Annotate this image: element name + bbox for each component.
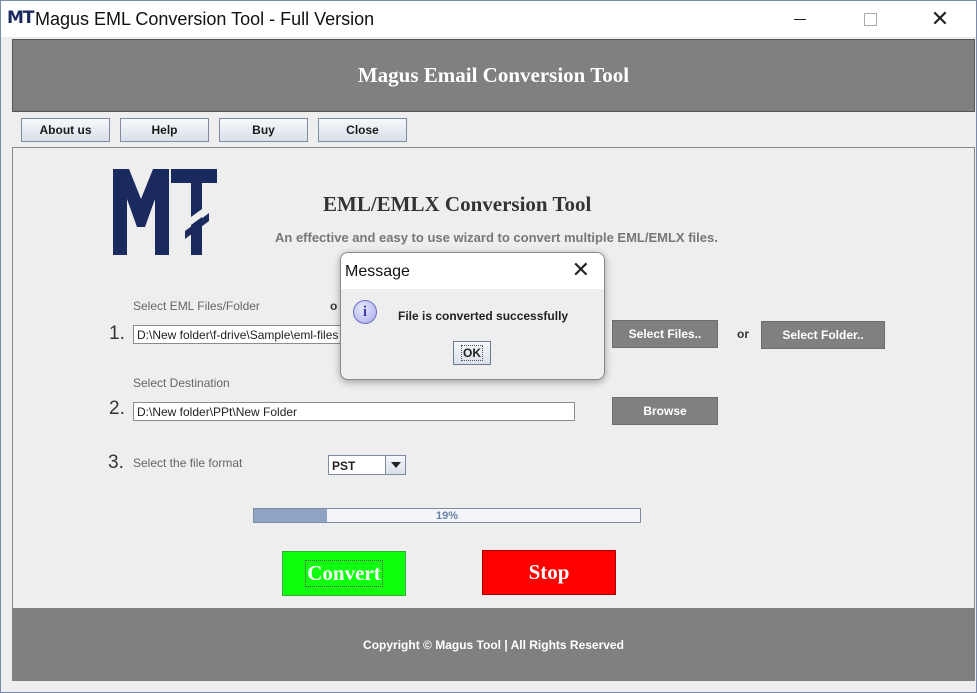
message-dialog: Message ✕ i File is converted successful…: [340, 252, 605, 380]
convert-label: Convert: [305, 560, 383, 587]
browse-button[interactable]: Browse: [612, 397, 718, 425]
format-select[interactable]: PST: [328, 455, 406, 475]
window-title: Magus EML Conversion Tool - Full Version: [35, 9, 375, 29]
minimize-button[interactable]: [777, 1, 823, 37]
ok-button[interactable]: OK: [453, 341, 491, 365]
source-label-tail: o: [330, 299, 338, 313]
format-label: Select the file format: [133, 456, 243, 470]
destination-path-input[interactable]: D:\New folder\PPt\New Folder: [133, 402, 575, 421]
header-title: Magus Email Conversion Tool: [357, 63, 630, 87]
source-label: Select EML Files/Folder: [133, 299, 260, 313]
close-button[interactable]: Close: [318, 118, 407, 142]
convert-button[interactable]: Convert: [282, 551, 406, 596]
ok-label: OK: [461, 345, 483, 361]
app-window: MT Magus EML Conversion Tool - Full Vers…: [0, 0, 977, 693]
destination-label: Select Destination: [133, 376, 230, 390]
minimize-icon: [794, 18, 806, 20]
dialog-title: Message: [345, 263, 410, 280]
tool-title: EML/EMLX Conversion Tool: [323, 192, 592, 216]
about-us-button[interactable]: About us: [21, 118, 110, 142]
step-2-number: 2.: [109, 398, 125, 419]
maximize-button[interactable]: [847, 1, 893, 37]
maximize-icon: [863, 12, 877, 26]
progress-text: 19%: [435, 510, 459, 522]
dialog-message: File is converted successfully: [398, 309, 569, 323]
header-banner: Magus Email Conversion Tool: [12, 39, 975, 112]
info-icon: i: [353, 300, 377, 324]
footer: Copyright © Magus Tool | All Rights Rese…: [12, 608, 975, 681]
format-select-value: PST: [332, 459, 356, 473]
dialog-close-icon[interactable]: ✕: [572, 259, 590, 281]
or-label: or: [737, 327, 749, 341]
title-bar: MT Magus EML Conversion Tool - Full Vers…: [1, 1, 976, 37]
mt-logo-icon: [113, 169, 217, 255]
dialog-title-bar: Message ✕: [341, 253, 604, 289]
step-1-number: 1.: [109, 323, 125, 344]
conversion-progress-bar: 19%: [253, 508, 641, 523]
help-button[interactable]: Help: [120, 118, 209, 142]
buy-button[interactable]: Buy: [219, 118, 308, 142]
select-folder-button[interactable]: Select Folder..: [761, 321, 885, 349]
tool-subtitle: An effective and easy to use wizard to c…: [275, 230, 718, 245]
stop-button[interactable]: Stop: [482, 550, 616, 595]
select-files-button[interactable]: Select Files..: [612, 320, 718, 348]
app-logo-icon: MT: [7, 8, 34, 28]
close-icon: ✕: [930, 6, 950, 31]
close-window-button[interactable]: ✕: [917, 1, 963, 37]
copyright-text: Copyright © Magus Tool | All Rights Rese…: [363, 637, 624, 652]
chevron-down-icon[interactable]: [385, 456, 405, 474]
step-3-number: 3.: [108, 452, 124, 473]
